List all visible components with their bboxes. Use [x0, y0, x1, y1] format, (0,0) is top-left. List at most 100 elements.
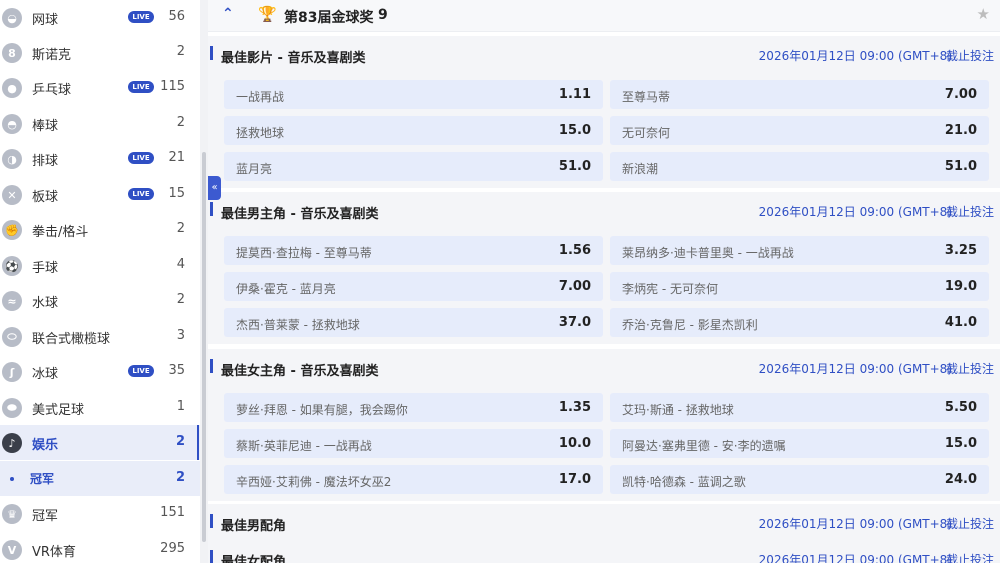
odds-button[interactable]: 无可奈何 21.0 [610, 116, 989, 145]
market-header[interactable]: 最佳男配角 2026年01月12日 09:00 (GMT+8) 截止投注 [208, 504, 1000, 540]
odds-button[interactable]: 莱昂纳多·迪卡普里奥 - 一战再战 3.25 [610, 236, 989, 265]
sidebar-item[interactable]: ◓ 棒球 2 [0, 106, 200, 141]
odds-button[interactable]: 辛西娅·艾莉佛 - 魔法坏女巫2 17.0 [224, 465, 603, 494]
american-football-icon: ⬬ [2, 398, 22, 418]
odds-button[interactable]: 乔治·克鲁尼 - 影星杰凯利 41.0 [610, 308, 989, 337]
sidebar-item[interactable]: ♛ 冠军 151 [0, 496, 200, 531]
sidebar-item-count: 2 [176, 44, 185, 59]
selection-name: 萝丝·拜恩 - 如果有腿，我会踢你 [236, 403, 408, 417]
table-tennis-icon: ● [2, 78, 22, 98]
sidebar-item[interactable]: ♪ 娱乐 2 [0, 425, 200, 460]
sidebar-item[interactable]: ≈ 水球 2 [0, 283, 200, 318]
event-title: 第83届金球奖 [284, 10, 374, 26]
snooker-icon: 8 [2, 43, 22, 63]
sidebar-scrollbar-thumb[interactable] [202, 152, 206, 542]
sidebar-item-count: 35 [168, 363, 185, 378]
sidebar-subitem-champion[interactable]: 冠军 2 [0, 461, 200, 496]
event-header[interactable]: ⌃ 🏆 第83届金球奖 9 ★ [208, 0, 1000, 32]
sidebar-item[interactable]: ⚽ 手球 4 [0, 248, 200, 283]
sidebar-item-label: 板球 [32, 190, 59, 205]
sidebar-item-count: 115 [160, 79, 185, 94]
trophy-icon: ♛ [2, 504, 22, 524]
sidebar-item[interactable]: ✕ 板球 LIVE 15 [0, 177, 200, 212]
cricket-icon: ✕ [2, 185, 22, 205]
boxing-icon: ✊ [2, 220, 22, 240]
selection-name: 拯救地球 [236, 126, 285, 140]
market-cutoff-label: 截止投注 [945, 205, 994, 219]
selection-price: 5.50 [944, 400, 977, 415]
odds-button[interactable]: 艾玛·斯通 - 拯救地球 5.50 [610, 393, 989, 422]
selection-price: 37.0 [558, 315, 591, 330]
market-title: 最佳女配角 [221, 555, 287, 563]
selection-name: 蓝月亮 [236, 162, 273, 176]
selection-name: 无可奈何 [622, 126, 671, 140]
market-title: 最佳男配角 [221, 519, 287, 534]
sidebar-item-label: 排球 [32, 154, 59, 169]
odds-button[interactable]: 新浪潮 51.0 [610, 152, 989, 181]
sidebar-item-label: 冠军 [32, 509, 59, 524]
main-content: ⌃ 🏆 第83届金球奖 9 ★ 最佳影片 - 音乐及喜剧类 2026年01月12日… [208, 0, 1000, 563]
odds-button[interactable]: 至尊马蒂 7.00 [610, 80, 989, 109]
microphone-icon: ♪ [2, 433, 22, 453]
live-badge: LIVE [128, 365, 154, 377]
vr-icon: V [2, 540, 22, 560]
sidebar-item[interactable]: ⬭ 联合式橄榄球 3 [0, 319, 200, 354]
sidebar-item-label: 水球 [32, 296, 59, 311]
sidebar-item[interactable]: ◒ 网球 LIVE 56 [0, 0, 200, 35]
sidebar-item-label: 冰球 [32, 367, 59, 382]
odds-button[interactable]: 拯救地球 15.0 [224, 116, 603, 145]
sidebar-item-label: 乒乓球 [32, 83, 72, 98]
sidebar-item-label: 网球 [32, 13, 59, 28]
selection-price: 15.0 [944, 436, 977, 451]
sidebar-item-label: 拳击/格斗 [32, 225, 89, 240]
market-header[interactable]: 最佳女主角 - 音乐及喜剧类 2026年01月12日 09:00 (GMT+8) 截… [208, 349, 1000, 385]
sidebar-item-label: 棒球 [32, 119, 59, 134]
odds-button[interactable]: 凯特·哈德森 - 蓝调之歌 24.0 [610, 465, 989, 494]
favorite-star-icon[interactable]: ★ [977, 5, 990, 23]
sidebar-item[interactable]: 8 斯诺克 2 [0, 35, 200, 70]
odds-button[interactable]: 杰西·普莱蒙 - 拯救地球 37.0 [224, 308, 603, 337]
sidebar-item-label: 联合式橄榄球 [32, 332, 111, 347]
selection-price: 17.0 [558, 472, 591, 487]
sidebar-item-count: 2 [175, 470, 185, 485]
market-header[interactable]: 最佳女配角 2026年01月12日 09:00 (GMT+8) 截止投注 [208, 540, 1000, 563]
baseball-icon: ◓ [2, 114, 22, 134]
collapse-sidebar-button[interactable]: « [208, 176, 221, 200]
selection-price: 7.00 [558, 279, 591, 294]
selection-name: 乔治·克鲁尼 - 影星杰凯利 [622, 318, 758, 332]
odds-button[interactable]: 伊桑·霍克 - 蓝月亮 7.00 [224, 272, 603, 301]
sidebar-item[interactable]: V VR体育 295 [0, 532, 200, 563]
market-block: 最佳男配角 2026年01月12日 09:00 (GMT+8) 截止投注 [208, 504, 1000, 540]
market-time: 2026年01月12日 09:00 (GMT+8) [758, 205, 952, 219]
market-time: 2026年01月12日 09:00 (GMT+8) [758, 517, 952, 531]
odds-button[interactable]: 一战再战 1.11 [224, 80, 603, 109]
bullet-dot-icon [10, 477, 14, 481]
sidebar-item[interactable]: ✊ 拳击/格斗 2 [0, 212, 200, 247]
odds-button[interactable]: 提莫西·查拉梅 - 至尊马蒂 1.56 [224, 236, 603, 265]
water-polo-icon: ≈ [2, 291, 22, 311]
live-badge: LIVE [128, 188, 154, 200]
odds-button[interactable]: 蓝月亮 51.0 [224, 152, 603, 181]
odds-button[interactable]: 李炳宪 - 无可奈何 19.0 [610, 272, 989, 301]
sidebar-item-count: 56 [168, 9, 185, 24]
selection-name: 凯特·哈德森 - 蓝调之歌 [622, 475, 746, 489]
selection-price: 51.0 [944, 159, 977, 174]
sidebar-item-count: 295 [160, 541, 185, 556]
selection-price: 7.00 [944, 87, 977, 102]
odds-button[interactable]: 萝丝·拜恩 - 如果有腿，我会踢你 1.35 [224, 393, 603, 422]
selection-name: 提莫西·查拉梅 - 至尊马蒂 [236, 246, 372, 260]
volleyball-icon: ◑ [2, 149, 22, 169]
chevron-up-icon[interactable]: ⌃ [222, 6, 234, 22]
market-cutoff-label: 截止投注 [945, 49, 994, 63]
tennis-icon: ◒ [2, 8, 22, 28]
sidebar-item[interactable]: ● 乒乓球 LIVE 115 [0, 70, 200, 105]
odds-button[interactable]: 阿曼达·塞弗里德 - 安·李的遗嘱 15.0 [610, 429, 989, 458]
market-header[interactable]: 最佳影片 - 音乐及喜剧类 2026年01月12日 09:00 (GMT+8) 截止… [208, 36, 1000, 72]
sidebar-item[interactable]: ʃ 冰球 LIVE 35 [0, 354, 200, 389]
market-header[interactable]: 最佳男主角 - 音乐及喜剧类 2026年01月12日 09:00 (GMT+8) 截… [208, 192, 1000, 228]
odds-button[interactable]: 蔡斯·英菲尼迪 - 一战再战 10.0 [224, 429, 603, 458]
sidebar-item[interactable]: ⬬ 美式足球 1 [0, 390, 200, 425]
sidebar-item[interactable]: ◑ 排球 LIVE 21 [0, 141, 200, 176]
handball-icon: ⚽ [2, 256, 22, 276]
selection-price: 10.0 [558, 436, 591, 451]
